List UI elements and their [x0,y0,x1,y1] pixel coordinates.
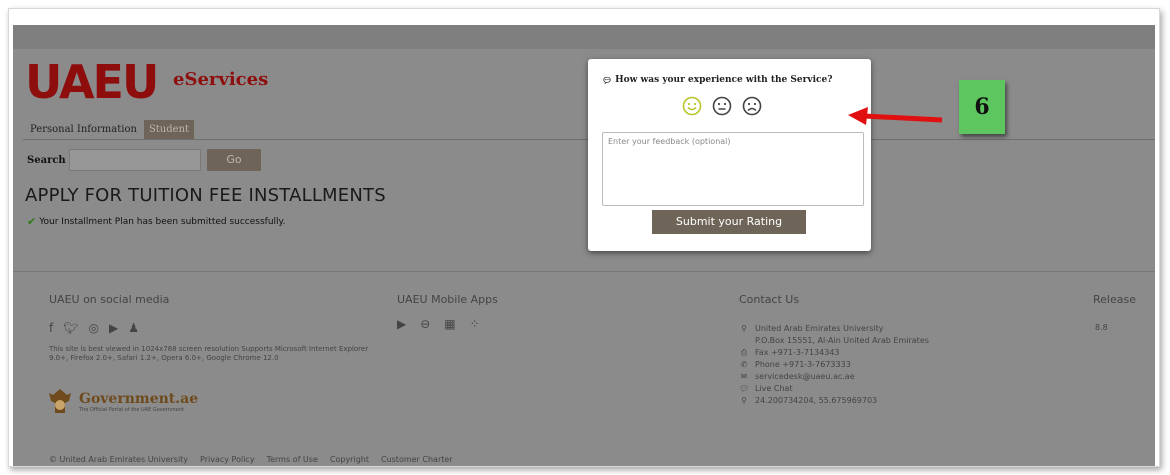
youtube-icon[interactable]: ▶ [109,321,118,335]
feedback-question: 💬︎ How was your experience with the Serv… [602,75,833,85]
eservices-title: eServices [173,69,269,90]
feedback-dialog: 💬︎ How was your experience with the Serv… [588,59,871,251]
address-line2: P.O.Box 15551, Al-Ain United Arab Emirat… [755,336,929,345]
rating-faces [682,96,762,116]
fax-text: Fax +971-3-7134343 [755,348,840,357]
tab-student[interactable]: Student [143,120,195,139]
social-icons: f 🐦︎ ◎ ▶ ♟ [49,321,139,335]
blackberry-icon[interactable]: ⁘ [470,317,480,331]
footer-divider [13,271,1155,272]
release-heading: Release [1093,293,1136,306]
page-title: APPLY FOR TUITION FEE INSTALLMENTS [25,185,386,206]
address-line1: United Arab Emirates University [755,324,884,333]
apps-heading: UAEU Mobile Apps [397,293,498,306]
live-chat-link[interactable]: Live Chat [755,383,793,395]
success-text: Your Installment Plan has been submitted… [39,216,286,227]
google-play-icon[interactable]: ▶ [397,317,406,331]
terms-of-use-link[interactable]: Terms of Use [267,455,318,464]
tab-bar: Personal Information Student [27,117,195,139]
uae-emblem-icon [49,389,71,413]
neutral-face-icon[interactable] [712,96,732,116]
success-message: ✔ Your Installment Plan has been submitt… [27,215,285,228]
envelope-icon: ✉ [740,372,748,381]
browser-note: This site is best viewed in 1024x768 scr… [49,345,369,363]
phone-text: Phone +971-3-7673333 [755,360,851,369]
phone-icon: ✆ [740,360,748,369]
step-number-badge: 6 [959,80,1005,134]
footer-links: © United Arab Emirates University Privac… [49,455,453,464]
government-ae-logo[interactable]: Government.ae The Official Portal of the… [47,387,198,417]
instagram-icon[interactable]: ◎ [88,321,98,335]
customer-charter-link[interactable]: Customer Charter [381,455,453,464]
app-icons: ▶ ⊖ ▦ ⁘ [397,317,480,331]
snapchat-icon[interactable]: ♟ [128,321,139,335]
apple-icon[interactable]: ⊖ [420,317,430,331]
top-bar [13,25,1155,49]
happy-face-icon[interactable] [682,96,702,116]
red-arrow-annotation [848,107,943,125]
windows-icon[interactable]: ▦ [444,317,455,331]
feedback-question-text: How was your experience with the Service… [615,75,833,85]
go-button[interactable]: Go [207,149,261,171]
copyright-text: © United Arab Emirates University [49,455,189,464]
social-heading: UAEU on social media [49,293,170,306]
coordinates-link[interactable]: 24.200734204, 55.675969703 [755,395,877,407]
checkmark-icon: ✔ [27,215,37,228]
gov-title: Government.ae [79,391,199,407]
email-link[interactable]: servicedesk@uaeu.ac.ae [755,371,855,383]
submit-rating-button[interactable]: Submit your Rating [652,210,806,234]
contact-heading: Contact Us [739,293,800,306]
tab-personal-information[interactable]: Personal Information [27,120,140,139]
uaeu-logo[interactable]: UAEU [25,59,159,105]
search-label: Search [27,155,66,166]
twitter-icon[interactable]: 🐦︎ [63,321,78,335]
feedback-textarea[interactable]: Enter your feedback (optional) [602,132,864,206]
facebook-icon[interactable]: f [49,321,53,335]
location-icon: ⚲ [741,396,747,405]
chat-icon: 💬︎ [739,384,750,393]
sad-face-icon[interactable] [742,96,762,116]
fax-icon: ⎙ [740,348,748,357]
contact-info: ⚲ United Arab Emirates University P.O.Bo… [739,323,929,407]
copyright-link[interactable]: Copyright [330,455,369,464]
gov-subtitle: The Official Portal of the UAE Governmen… [79,407,185,413]
search-input[interactable] [69,149,201,171]
chat-bubble-icon: 💬︎ [602,75,613,85]
release-version: 8.8 [1095,323,1108,332]
privacy-policy-link[interactable]: Privacy Policy [200,455,255,464]
screenshot-frame: UAEU eServices Personal Information Stud… [8,8,1160,467]
map-pin-icon: ⚲ [741,324,747,333]
